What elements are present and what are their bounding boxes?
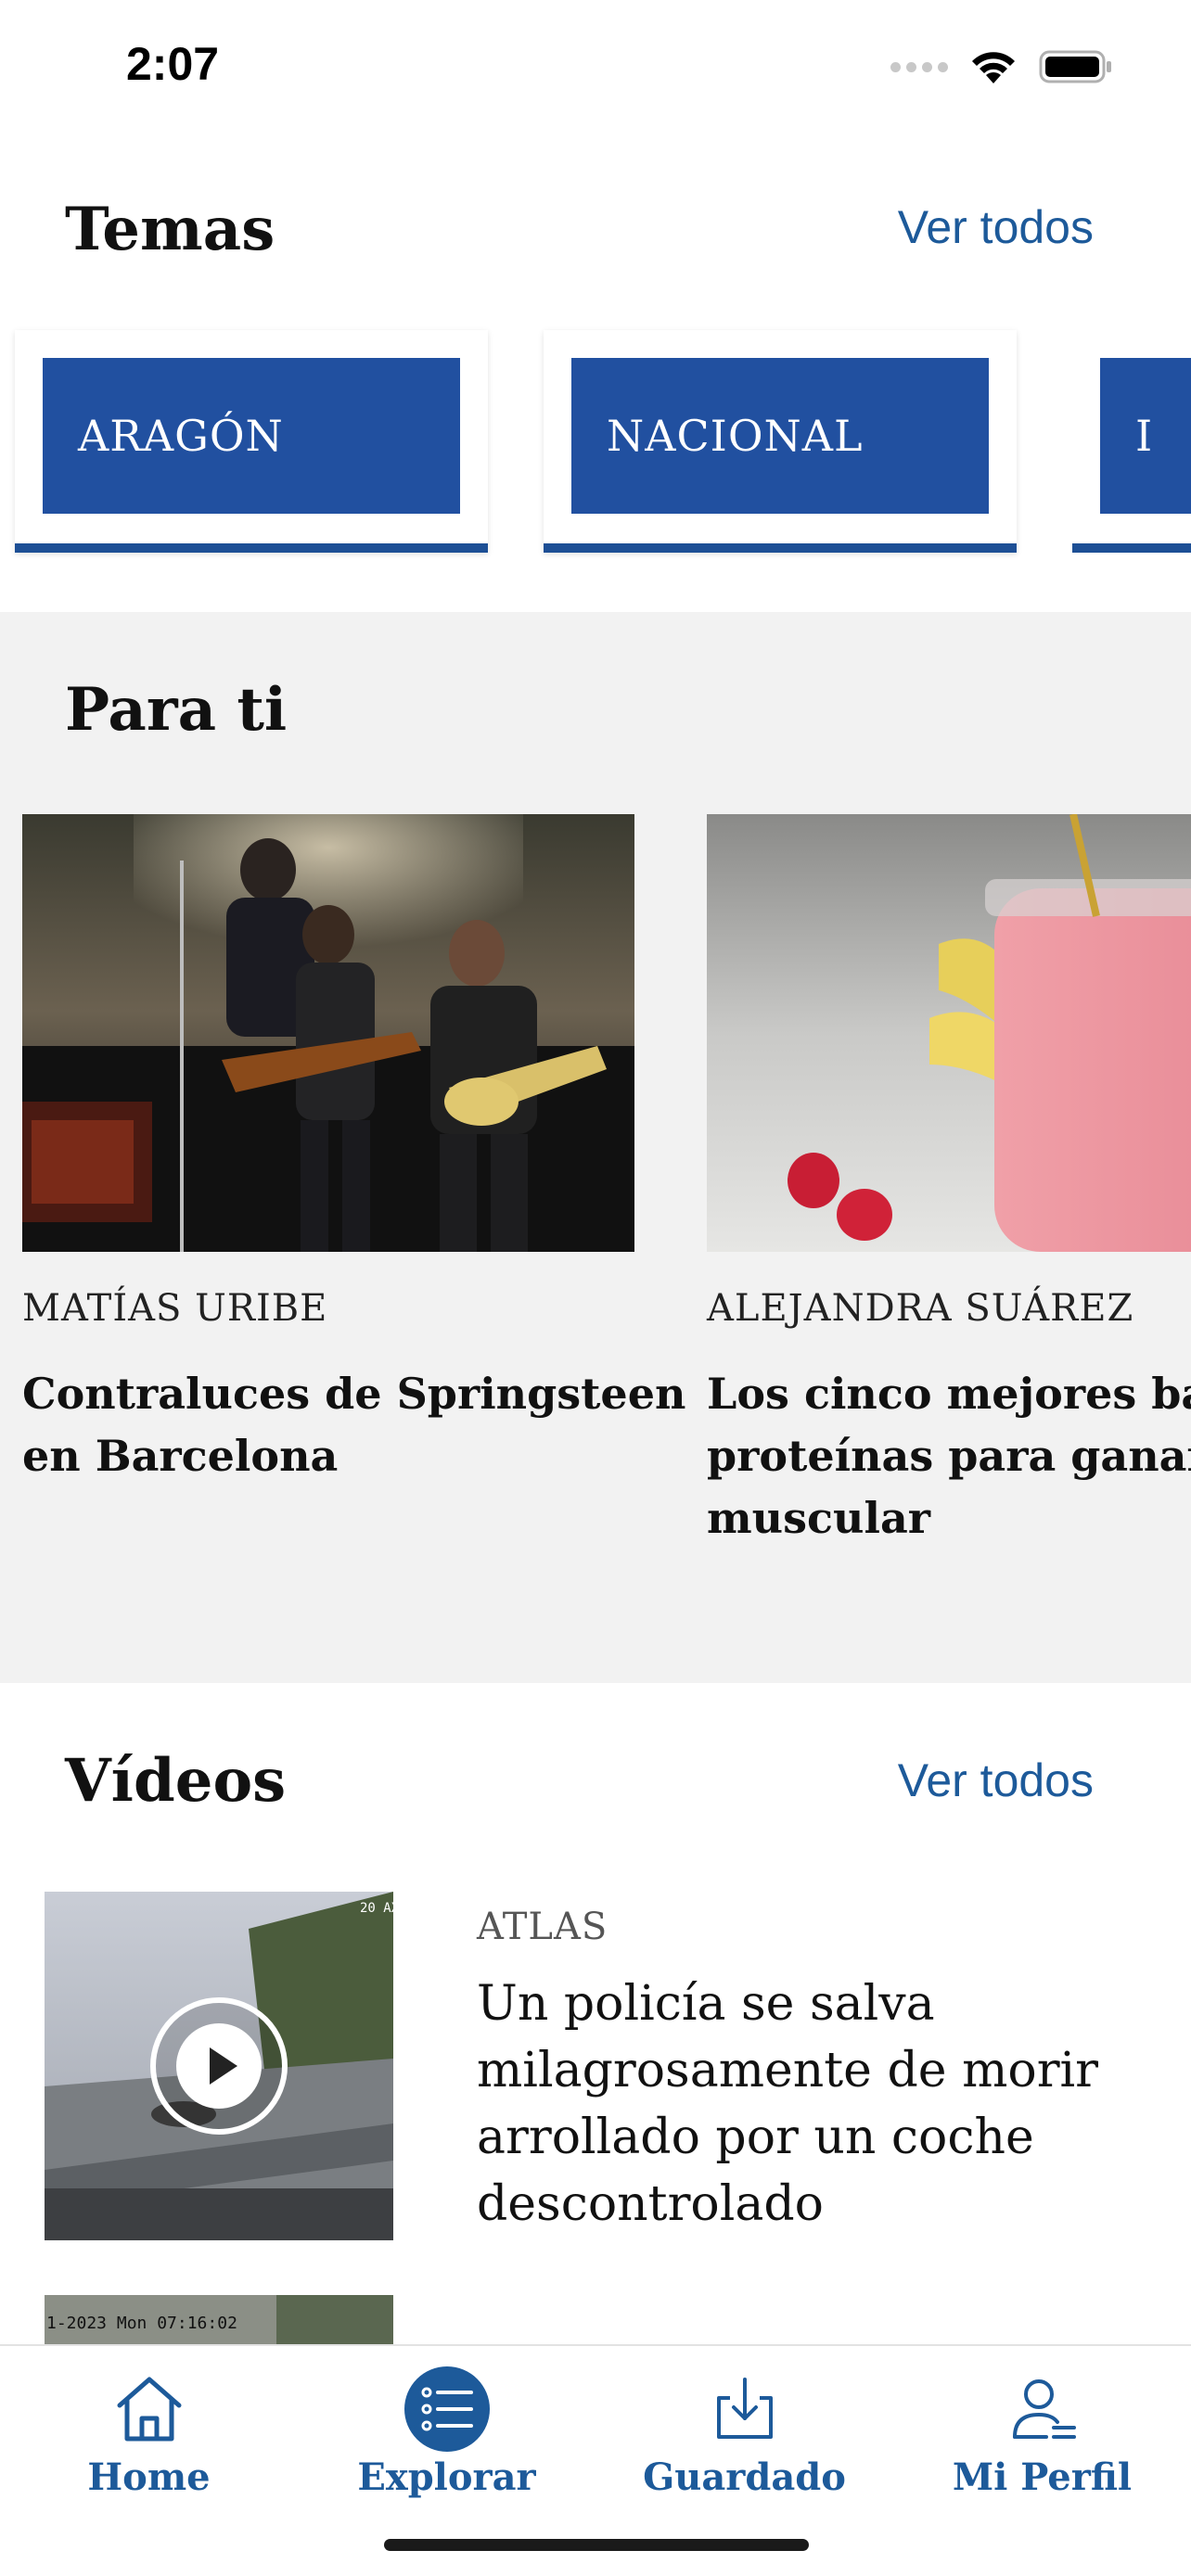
tab-label: Home [87, 2455, 211, 2499]
tab-explorar[interactable]: Explorar [298, 2346, 596, 2499]
video-thumbnail[interactable]: 20 AX [45, 1892, 393, 2240]
battery-icon [1039, 50, 1111, 83]
tema-label-box: ARAGÓN [43, 358, 460, 514]
tema-card-aragon[interactable]: ARAGÓN [15, 330, 488, 553]
article-title-line: Los cinco mejores batid [707, 1369, 1191, 1419]
tema-label-box: NACIONAL [571, 358, 989, 514]
tab-label: Explorar [357, 2455, 536, 2499]
para-ti-title: Para ti [65, 675, 288, 745]
videos-see-all-link[interactable]: Ver todos [898, 1753, 1094, 1807]
home-indicator[interactable] [384, 2539, 809, 2551]
article-title-line: en Barcelona [22, 1431, 339, 1481]
tab-label: Guardado [643, 2455, 846, 2499]
tema-card-partial[interactable]: I [1072, 330, 1191, 553]
temas-title: Temas [65, 195, 275, 264]
video-thumbnail[interactable]: 1-2023 Mon 07:16:02 [45, 2295, 393, 2344]
play-icon [176, 2023, 262, 2109]
status-icons [890, 48, 1113, 85]
wifi-icon [972, 52, 1015, 83]
tab-guardado[interactable]: Guardado [596, 2346, 893, 2499]
videos-section: Vídeos Ver todos 20 AX ATLAS Un policía … [0, 1683, 1191, 2344]
tab-home[interactable]: Home [0, 2346, 298, 2499]
video-thumb-caption: 20 AX [360, 1901, 393, 1916]
temas-section: Temas Ver todos ARAGÓN NACIONAL I [0, 130, 1191, 612]
list-icon [403, 2365, 492, 2454]
status-bar: 2:07 [0, 0, 1191, 130]
play-button[interactable] [150, 1997, 288, 2135]
video-thumb-caption: 1-2023 Mon 07:16:02 [46, 2314, 237, 2333]
video-title[interactable]: Un policía se salva milagrosamente de mo… [477, 1970, 1145, 2238]
tema-label: NACIONAL [607, 411, 864, 461]
tab-label: Mi Perfil [952, 2455, 1133, 2499]
article-card[interactable]: ALEJANDRA SUÁREZ Los cinco mejores batid… [707, 814, 1191, 1549]
para-ti-section: Para ti MATÍAS URIBE Contraluces de Spri… [0, 612, 1191, 1683]
article-title-line: proteínas para ganar m [707, 1431, 1191, 1481]
article-title-line: muscular [707, 1493, 930, 1543]
status-time: 2:07 [126, 38, 220, 90]
article-image-smoothie[interactable] [707, 814, 1191, 1252]
video-source: ATLAS [477, 1906, 608, 1948]
article-title-line: Contraluces de Springsteen [22, 1369, 686, 1419]
tema-label-box: I [1100, 358, 1191, 514]
profile-icon [998, 2365, 1087, 2454]
tab-mi-perfil[interactable]: Mi Perfil [893, 2346, 1191, 2499]
temas-see-all-link[interactable]: Ver todos [898, 200, 1094, 254]
tema-card-nacional[interactable]: NACIONAL [544, 330, 1017, 553]
tema-label: ARAGÓN [78, 411, 284, 461]
download-icon [700, 2365, 789, 2454]
videos-title: Vídeos [65, 1746, 287, 1816]
article-card[interactable]: MATÍAS URIBE Contraluces de Springsteen … [22, 814, 686, 1487]
article-author: MATÍAS URIBE [22, 1287, 328, 1330]
article-image-concert[interactable] [22, 814, 634, 1252]
article-title[interactable]: Contraluces de Springsteen en Barcelona [22, 1363, 686, 1487]
cellular-signal-icon [890, 61, 948, 72]
article-title[interactable]: Los cinco mejores batid proteínas para g… [707, 1363, 1191, 1549]
article-author: ALEJANDRA SUÁREZ [707, 1287, 1134, 1330]
tema-label: I [1135, 411, 1154, 461]
home-icon [105, 2365, 194, 2454]
